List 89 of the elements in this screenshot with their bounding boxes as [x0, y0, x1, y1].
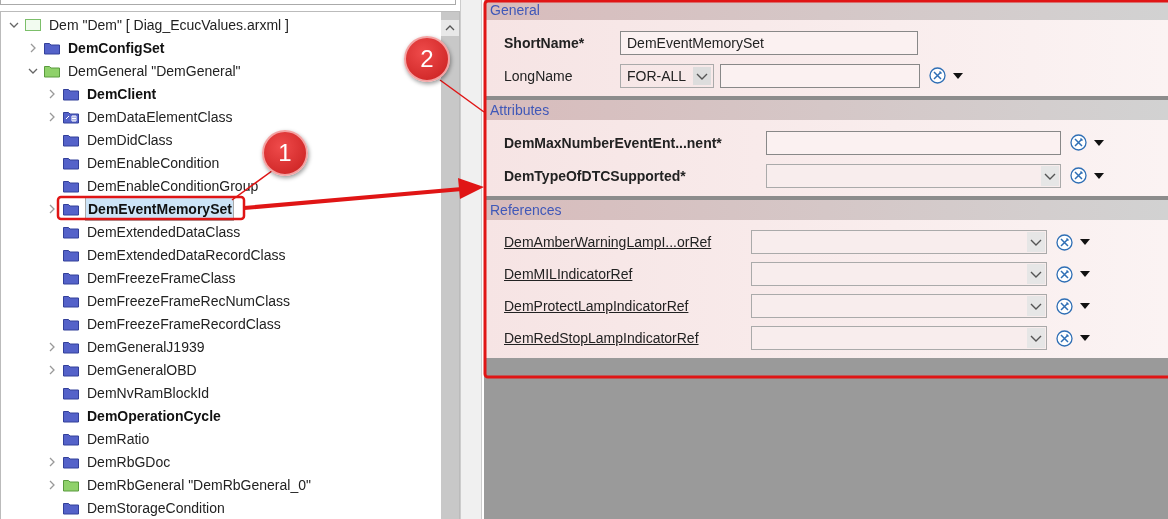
tree-item[interactable]: DemRbGeneral "DemRbGeneral_0": [85, 475, 313, 494]
dropdown-field[interactable]: [751, 262, 1047, 286]
filter-field[interactable]: [0, 0, 456, 5]
folder-icon: [63, 155, 79, 170]
tree-item[interactable]: DemFreezeFrameClass: [85, 268, 238, 287]
field-label: LongName: [504, 67, 574, 84]
text-field[interactable]: DemEventMemorySet: [620, 30, 918, 55]
folder-icon: [63, 132, 79, 147]
tree-item[interactable]: DemRbGDoc: [85, 452, 173, 471]
tree-item[interactable]: DemGeneralJ1939: [85, 337, 207, 356]
tree-item[interactable]: DemConfigSet: [66, 38, 167, 57]
caret-icon[interactable]: [1094, 139, 1104, 146]
tree-item[interactable]: DemDataElementClass: [85, 107, 235, 126]
section-header[interactable]: Attributes: [484, 100, 1168, 120]
tree-item[interactable]: Dem "Dem" [ Diag_EcucValues.arxml ]: [47, 15, 291, 34]
tree-item[interactable]: DemFreezeFrameRecordClass: [85, 314, 283, 333]
folder-icon: [63, 316, 79, 331]
section-header[interactable]: References: [484, 200, 1168, 220]
caret-icon[interactable]: [1080, 239, 1090, 245]
tree-item[interactable]: DemFreezeFrameRecNumClass: [85, 291, 293, 310]
folder-icon: [63, 178, 79, 193]
folder-icon: [63, 247, 79, 262]
callout-badge: 1: [262, 130, 308, 176]
folder-icon: [63, 293, 79, 308]
caret-icon[interactable]: [1080, 335, 1090, 341]
text-field[interactable]: [766, 130, 1061, 155]
folder-icon: [44, 63, 60, 78]
folder-icon: [63, 408, 79, 423]
tree-item[interactable]: DemGeneralOBD: [85, 360, 199, 379]
folder-icon: [63, 86, 79, 101]
tree-item[interactable]: DemNvRamBlockId: [85, 383, 212, 402]
caret-icon[interactable]: [1094, 172, 1104, 179]
expand-chevron-icon[interactable]: [47, 341, 57, 352]
scroll-up-icon[interactable]: [441, 20, 459, 36]
scrollbar[interactable]: [441, 12, 459, 519]
folder-icon: [63, 385, 79, 400]
expand-chevron-icon[interactable]: [47, 456, 57, 467]
tree-item[interactable]: DemGeneral "DemGeneral": [66, 61, 243, 80]
expand-chevron-icon[interactable]: [47, 364, 57, 375]
reference-link[interactable]: DemAmberWarningLampI...orRef: [504, 234, 751, 250]
language-dropdown[interactable]: FOR-ALL: [620, 63, 714, 88]
folder-icon: [63, 477, 79, 492]
callout-badge: 2: [404, 36, 450, 82]
expand-chevron-icon[interactable]: [28, 42, 38, 53]
caret-icon[interactable]: [1080, 271, 1090, 277]
expand-chevron-icon[interactable]: [47, 203, 57, 214]
chevron-down-icon[interactable]: [1041, 165, 1059, 186]
folder-icon: [63, 454, 79, 469]
chevron-down-icon[interactable]: [693, 66, 711, 85]
chevron-down-icon[interactable]: [1027, 264, 1045, 284]
folder-icon: [63, 201, 79, 216]
dropdown-field[interactable]: [751, 326, 1047, 350]
dropdown-field[interactable]: [751, 230, 1047, 254]
leader-line: [439, 79, 485, 113]
text-field[interactable]: [720, 63, 920, 88]
reference-link[interactable]: DemMILIndicatorRef: [504, 266, 751, 282]
dropdown-field[interactable]: [766, 163, 1061, 188]
tree-item[interactable]: DemRatio: [85, 429, 152, 448]
field-label: ShortName*: [504, 34, 586, 51]
folder-icon: [63, 500, 79, 515]
reference-link[interactable]: DemProtectLampIndicatorRef: [504, 298, 751, 314]
expand-chevron-icon[interactable]: [47, 479, 57, 490]
folder-icon: [44, 40, 60, 55]
folder-icon: [63, 224, 79, 239]
folder-icon: [63, 362, 79, 377]
module-icon: [25, 17, 41, 32]
splitter[interactable]: [460, 0, 482, 519]
field-label: DemMaxNumberEventEnt...nent*: [504, 134, 723, 151]
tree-item[interactable]: DemOperationCycle: [85, 406, 223, 425]
tree-item[interactable]: DemExtendedDataRecordClass: [85, 245, 288, 264]
tree-item[interactable]: DemClient: [85, 84, 159, 103]
folder-grid-icon: [63, 109, 79, 124]
chevron-down-icon[interactable]: [1027, 232, 1045, 252]
tree-item[interactable]: DemStorageCondition: [85, 498, 227, 517]
tree-item[interactable]: DemExtendedDataClass: [85, 222, 243, 241]
expand-chevron-icon[interactable]: [47, 88, 57, 99]
chevron-down-icon[interactable]: [1027, 296, 1045, 316]
caret-icon[interactable]: [953, 72, 963, 79]
expand-chevron-icon[interactable]: [47, 111, 57, 122]
folder-icon: [63, 270, 79, 285]
dropdown-field[interactable]: [751, 294, 1047, 318]
tree-item[interactable]: DemEnableCondition: [85, 153, 222, 172]
folder-icon: [63, 339, 79, 354]
reference-link[interactable]: DemRedStopLampIndicatorRef: [504, 330, 751, 346]
caret-icon[interactable]: [1080, 303, 1090, 309]
chevron-down-icon[interactable]: [1027, 328, 1045, 348]
folder-icon: [63, 431, 79, 446]
tree-item[interactable]: DemDidClass: [85, 130, 175, 149]
field-label: DemTypeOfDTCSupported*: [504, 167, 687, 184]
